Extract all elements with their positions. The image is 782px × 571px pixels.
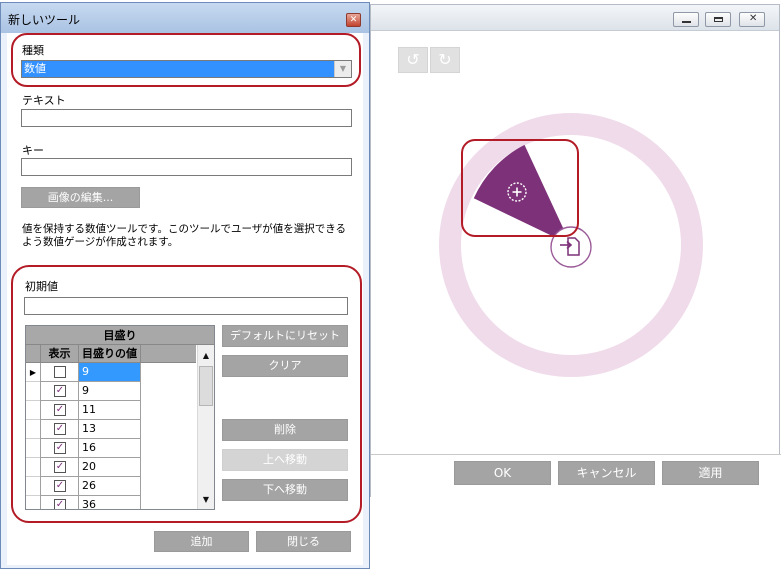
row-header[interactable] <box>26 382 40 401</box>
text-input[interactable] <box>21 109 352 127</box>
scale-value-cell[interactable]: 9 <box>78 382 141 401</box>
table-row[interactable]: ✓ 11 <box>26 401 196 420</box>
type-select-value: 数値 <box>24 62 46 75</box>
scale-value-cell[interactable]: 9 <box>78 363 141 382</box>
row-header[interactable] <box>26 477 40 496</box>
show-cell: ✓ <box>40 477 78 496</box>
table-row[interactable]: ▶ 9 <box>26 363 196 382</box>
chevron-down-icon[interactable]: ▼ <box>334 61 351 77</box>
window-close-button[interactable]: ✕ <box>739 12 765 27</box>
dialog-title: 新しいツール <box>8 13 81 27</box>
close-icon: ✕ <box>349 15 358 25</box>
minimize-icon <box>682 17 691 23</box>
show-cell: ✓ <box>40 382 78 401</box>
dialog-titlebar: 新しいツール ✕ <box>1 3 369 33</box>
show-cell: ✓ <box>40 420 78 439</box>
delete-button[interactable]: 削除 <box>222 419 348 441</box>
table-row[interactable]: ✓ 13 <box>26 420 196 439</box>
reset-default-button[interactable]: デフォルトにリセット <box>222 325 348 347</box>
column-header-value[interactable]: 目盛りの値 <box>78 345 141 363</box>
dialog-close-button[interactable]: ✕ <box>346 13 361 27</box>
edit-image-button[interactable]: 画像の編集... <box>21 187 140 208</box>
import-icon[interactable] <box>550 226 592 268</box>
ok-button[interactable]: OK <box>454 461 551 485</box>
move-up-button[interactable]: 上へ移動 <box>222 449 348 471</box>
row-header[interactable] <box>26 401 40 420</box>
row-header[interactable] <box>26 439 40 458</box>
scale-value-cell[interactable]: 16 <box>78 439 141 458</box>
preview-footer: OK キャンセル 適用 <box>371 454 781 498</box>
maximize-icon <box>714 17 723 22</box>
key-input[interactable] <box>21 158 352 176</box>
row-header[interactable] <box>26 458 40 477</box>
grid-group-header: 目盛り <box>26 326 214 345</box>
preview-window-titlebar: ✕ <box>371 5 779 31</box>
column-header-show[interactable]: 表示 <box>40 345 78 363</box>
undo-button[interactable]: ↺ <box>398 47 428 73</box>
cancel-button[interactable]: キャンセル <box>558 461 655 485</box>
tool-description: 値を保持する数値ツールです。このツールでユーザが値を選択できるよう数値ゲージが作… <box>22 223 347 248</box>
minimize-button[interactable] <box>673 12 699 27</box>
initial-value-label: 初期値 <box>25 280 58 293</box>
show-checkbox[interactable]: ✓ <box>54 404 66 416</box>
gauge-preview <box>439 113 703 377</box>
show-cell: ✓ <box>40 439 78 458</box>
show-checkbox[interactable]: ✓ <box>54 461 66 473</box>
grid-scrollbar[interactable]: ▲ ▼ <box>197 345 214 509</box>
row-header[interactable] <box>26 420 40 439</box>
tool-preview-window: ✕ ↺ ↻ OK キャンセル 適用 <box>370 4 781 498</box>
new-tool-dialog: 新しいツール ✕ 種類 数値 ▼ テキスト キー 画像の編集... 値を保持する… <box>0 2 370 569</box>
scale-grid: 目盛り 表示 目盛りの値 ▶ 9 ✓ 9 ✓ 11 ✓ 13 ✓ 16 ✓ 20 ✓ 26 ✓ 36 ▲ ▼ <box>25 325 215 510</box>
show-cell <box>40 363 78 382</box>
scroll-down-icon[interactable]: ▼ <box>198 492 214 508</box>
type-label: 種類 <box>22 44 44 57</box>
table-row[interactable]: ✓ 16 <box>26 439 196 458</box>
table-row[interactable]: ✓ 9 <box>26 382 196 401</box>
row-header[interactable]: ▶ <box>26 363 40 382</box>
dialog-body: 種類 数値 ▼ テキスト キー 画像の編集... 値を保持する数値ツールです。こ… <box>7 33 363 565</box>
table-row[interactable]: ✓ 26 <box>26 477 196 496</box>
scale-value-cell[interactable]: 20 <box>78 458 141 477</box>
row-header[interactable] <box>26 496 40 509</box>
maximize-button[interactable] <box>705 12 731 27</box>
scale-value-cell[interactable]: 36 <box>78 496 141 509</box>
show-checkbox[interactable]: ✓ <box>54 442 66 454</box>
move-down-button[interactable]: 下へ移動 <box>222 479 348 501</box>
show-cell: ✓ <box>40 458 78 477</box>
scale-value-cell[interactable]: 11 <box>78 401 141 420</box>
text-label: テキスト <box>22 94 66 107</box>
initial-value-input[interactable] <box>24 297 348 315</box>
scroll-thumb[interactable] <box>199 366 213 406</box>
apply-button[interactable]: 適用 <box>662 461 759 485</box>
redo-icon: ↻ <box>438 50 452 69</box>
scroll-up-icon[interactable]: ▲ <box>198 348 214 364</box>
show-checkbox[interactable]: ✓ <box>54 423 66 435</box>
show-checkbox[interactable]: ✓ <box>54 499 66 509</box>
show-checkbox[interactable]: ✓ <box>54 480 66 492</box>
redo-button[interactable]: ↻ <box>430 47 460 73</box>
table-row[interactable]: ✓ 36 <box>26 496 196 509</box>
show-checkbox[interactable]: ✓ <box>54 385 66 397</box>
grid-column-headers: 表示 目盛りの値 <box>26 345 196 363</box>
grid-rows: ▶ 9 ✓ 9 ✓ 11 ✓ 13 ✓ 16 ✓ 20 ✓ 26 ✓ 36 <box>26 363 196 509</box>
key-label: キー <box>22 144 44 157</box>
close-icon: ✕ <box>749 13 758 24</box>
scale-value-cell[interactable]: 26 <box>78 477 141 496</box>
show-checkbox[interactable] <box>54 366 66 378</box>
show-cell: ✓ <box>40 496 78 509</box>
scale-value-cell[interactable]: 13 <box>78 420 141 439</box>
table-row[interactable]: ✓ 20 <box>26 458 196 477</box>
screen: ✕ ↺ ↻ OK キャンセル 適用 新しいツール ✕ 種類 数値 ▼ テキスト … <box>0 0 782 571</box>
close-button[interactable]: 閉じる <box>256 531 351 552</box>
undo-icon: ↺ <box>406 50 420 69</box>
add-button[interactable]: 追加 <box>154 531 249 552</box>
show-cell: ✓ <box>40 401 78 420</box>
clear-button[interactable]: クリア <box>222 355 348 377</box>
type-select[interactable]: 数値 ▼ <box>21 60 352 78</box>
